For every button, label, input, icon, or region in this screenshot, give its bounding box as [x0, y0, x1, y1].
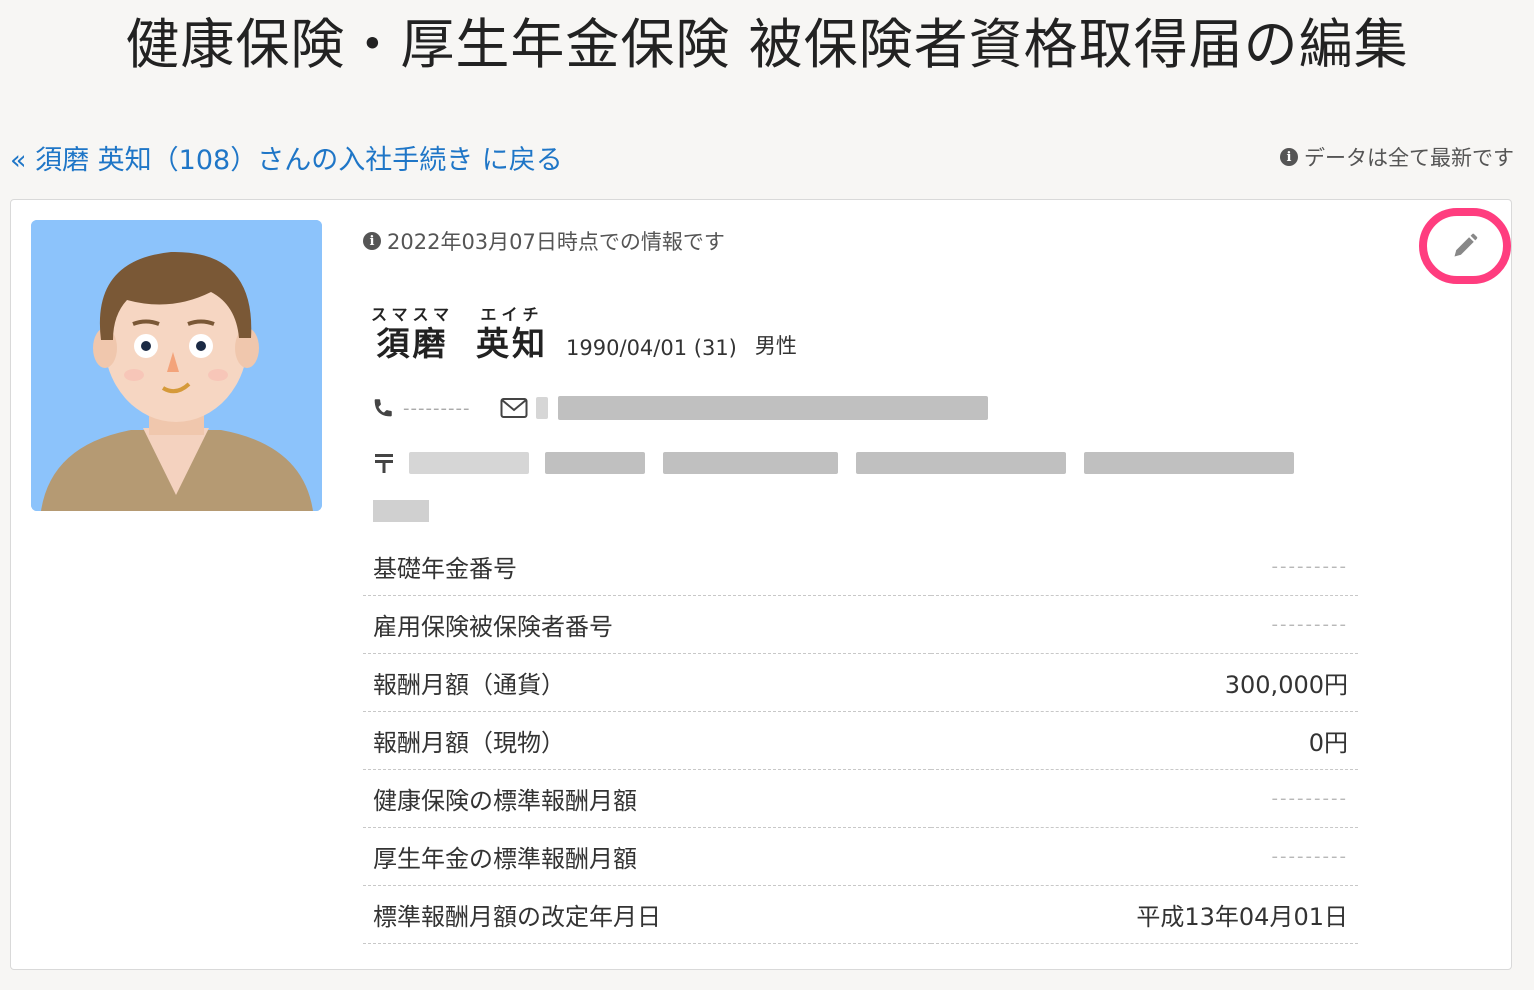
field-label: 健康保険の標準報酬月額 — [363, 769, 931, 828]
phone-number: --------- — [403, 397, 471, 419]
pencil-icon — [1454, 233, 1478, 257]
address-redacted — [545, 452, 645, 474]
table-row: 報酬月額（現物） 0円 — [363, 711, 1358, 770]
address-redacted — [1084, 452, 1294, 474]
field-label: 厚生年金の標準報酬月額 — [363, 827, 931, 886]
field-value: --------- — [930, 769, 1358, 828]
address-redacted — [373, 500, 429, 522]
field-value: 300,000円 — [930, 653, 1358, 712]
table-row: 雇用保険被保険者番号 --------- — [363, 595, 1358, 654]
field-value: 平成13年04月01日 — [930, 885, 1358, 944]
birth-date: 1990/04/01 (31) — [566, 336, 737, 360]
field-label: 報酬月額（現物） — [363, 711, 931, 770]
as-of-note: i 2022年03月07日時点での情報です — [363, 226, 725, 256]
envelope-icon — [500, 398, 528, 418]
email-redacted — [536, 397, 549, 419]
back-to-onboarding-link[interactable]: « 須磨 英知（108）さんの入社手続き に戻る — [10, 138, 563, 177]
postal-mark-icon — [375, 454, 393, 473]
field-label: 雇用保険被保険者番号 — [363, 595, 931, 654]
insurance-fields-table: 基礎年金番号 --------- 雇用保険被保険者番号 --------- 報酬… — [363, 538, 1358, 944]
table-row: 健康保険の標準報酬月額 --------- — [363, 769, 1358, 828]
email-redacted — [558, 396, 989, 420]
address-redacted — [663, 452, 838, 474]
first-name-group: エイチ 英知 — [476, 306, 548, 364]
address-row — [373, 452, 1294, 474]
gender: 男性 — [754, 334, 797, 358]
phone-icon — [374, 399, 392, 417]
table-row: 標準報酬月額の改定年月日 平成13年04月01日 — [363, 885, 1358, 944]
contact-row: --------- — [373, 396, 989, 420]
last-name-kana: スマスマ — [371, 305, 455, 324]
employee-card: i 2022年03月07日時点での情報です スマスマ 須磨 エイチ 英知 199… — [10, 199, 1512, 970]
first-name: 英知 — [476, 324, 549, 363]
postal-code-redacted — [409, 452, 529, 474]
status-text: データは全て最新です — [1304, 146, 1514, 170]
table-row: 厚生年金の標準報酬月額 --------- — [363, 827, 1358, 886]
edit-button[interactable] — [1419, 208, 1511, 284]
address-redacted — [856, 452, 1066, 474]
first-name-kana: エイチ — [480, 305, 544, 324]
as-of-text: 2022年03月07日時点での情報です — [387, 230, 725, 254]
field-value: --------- — [930, 538, 1358, 596]
field-label: 報酬月額（通貨） — [363, 653, 931, 712]
avatar-illustration — [31, 220, 322, 511]
last-name-group: スマスマ 須磨 — [371, 306, 454, 364]
table-row: 報酬月額（通貨） 300,000円 — [363, 653, 1358, 712]
field-label: 基礎年金番号 — [363, 538, 931, 596]
info-icon: i — [1280, 148, 1298, 166]
field-value: 0円 — [930, 711, 1358, 770]
field-label: 標準報酬月額の改定年月日 — [363, 885, 931, 944]
field-value: --------- — [930, 595, 1358, 654]
avatar — [31, 220, 322, 511]
last-name: 須磨 — [376, 324, 449, 363]
table-row: 基礎年金番号 --------- — [363, 538, 1358, 596]
employee-name-block: スマスマ 須磨 エイチ 英知 1990/04/01 (31) 男性 — [371, 306, 797, 364]
field-value: --------- — [930, 827, 1358, 886]
data-status: i データは全て最新です — [1280, 142, 1514, 172]
info-icon: i — [363, 232, 381, 250]
page-title: 健康保険・厚生年金保険 被保険者資格取得届の編集 — [125, 13, 1409, 76]
